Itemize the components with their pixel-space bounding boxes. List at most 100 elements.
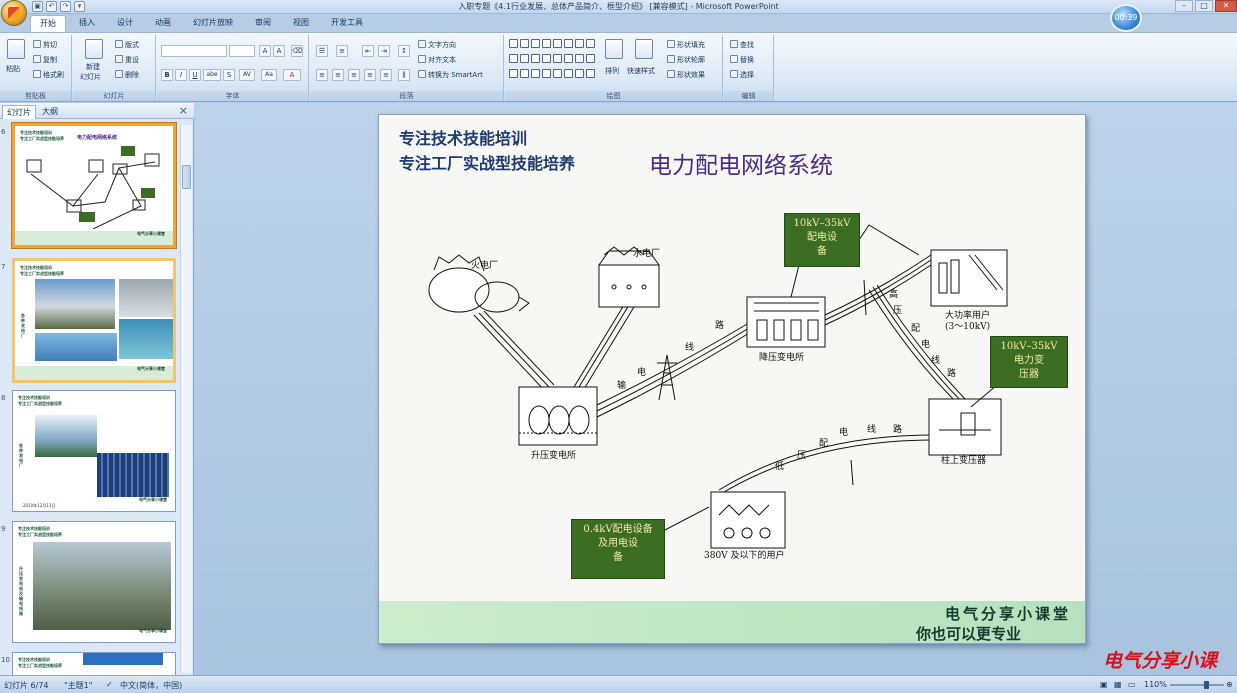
thumbnail-slide-8[interactable]: 专注技术技能培训 专注工厂实战型技能培养 各种发电厂 2010年12月13日 电… [12, 390, 176, 512]
label-pole-transformer: 柱上变压器 [941, 456, 987, 466]
scrollbar-thumb[interactable] [182, 165, 191, 189]
font-name-field[interactable] [161, 45, 227, 57]
align-text-button[interactable]: 对齐文本 [418, 55, 456, 65]
align-right-icon[interactable]: ≡ [348, 69, 360, 81]
line-spacing-icon[interactable]: ↕ [398, 45, 410, 57]
align-center-icon[interactable]: ≡ [332, 69, 344, 81]
justify-icon[interactable]: ≡ [364, 69, 376, 81]
tab-animations[interactable]: 动画 [146, 15, 180, 32]
power-distribution-diagram [428, 224, 1008, 549]
strikethrough-button[interactable]: abe [203, 69, 221, 81]
thumbnail-slide-9[interactable]: 专注技术技能培训 专注工厂实战型技能培养 升压变电站及输电线路 电气分享小课堂 [12, 521, 176, 643]
thumb-diagram [26, 146, 160, 229]
zoom-level[interactable]: 110% [1144, 680, 1167, 689]
tab-home[interactable]: 开始 [30, 15, 66, 32]
select-button[interactable]: 选择 [730, 70, 754, 80]
thumb-side-label: 升压变电站及输电线路 [19, 566, 23, 616]
spellcheck-icon[interactable]: ✓ [106, 680, 113, 689]
layout-button[interactable]: 版式 [115, 40, 139, 50]
maximize-icon[interactable]: □ [1195, 0, 1213, 12]
shrink-font-icon[interactable]: A [273, 45, 285, 57]
tab-review[interactable]: 审阅 [246, 15, 280, 32]
format-painter-button[interactable]: 格式刷 [33, 70, 64, 80]
tab-design[interactable]: 设计 [108, 15, 142, 32]
columns-icon[interactable]: ⫼ [398, 69, 410, 81]
shadow-button[interactable]: S [223, 69, 235, 81]
thumb-heading: 电力配电网络系统 [77, 135, 118, 141]
title-bar: ▣ ↶ ↷ ▾ 入职专题《4.1行业发展、总体产品简介、框型介绍》 [兼容模式]… [0, 0, 1237, 14]
view-normal-icon[interactable]: ▣ [1100, 680, 1108, 689]
align-left-icon[interactable]: ≡ [316, 69, 328, 81]
quick-styles-icon[interactable] [635, 39, 653, 59]
find-icon [730, 40, 738, 48]
change-case-button[interactable]: Aa [261, 69, 277, 81]
find-button[interactable]: 查找 [730, 40, 754, 50]
view-sorter-icon[interactable]: ▦ [1114, 680, 1122, 689]
char-spacing-button[interactable]: AV [239, 69, 255, 81]
quick-styles-button[interactable]: 快速样式 [627, 67, 655, 76]
slide[interactable]: 专注技术技能培训 专注工厂实战型技能培养 电力配电网络系统 火电厂 水电厂 升压… [378, 114, 1086, 644]
clear-format-icon[interactable]: ⌫ [291, 45, 303, 57]
smartart-button[interactable]: 转换为 SmartArt [418, 70, 483, 80]
delete-button[interactable]: 删除 [115, 70, 139, 80]
copy-button[interactable]: 复制 [33, 55, 57, 65]
shape-gallery[interactable] [509, 39, 595, 81]
fit-window-icon[interactable]: ⊕ [1226, 680, 1233, 689]
trans-line-char: 输 [617, 381, 627, 391]
tab-slideshow[interactable]: 幻灯片放映 [184, 15, 242, 32]
numbering-icon[interactable]: ≡ [336, 45, 348, 57]
label-hydro: 水电厂 [633, 249, 661, 259]
new-slide-button[interactable]: 幻灯片 [80, 73, 101, 82]
italic-button[interactable]: I [175, 69, 187, 81]
grow-font-icon[interactable]: A [259, 45, 271, 57]
effects-icon [667, 70, 675, 78]
thumb-footer: 电气分享小课堂 [15, 231, 173, 245]
tab-outline[interactable]: 大纲 [38, 105, 62, 118]
cut-button[interactable]: 剪切 [33, 40, 57, 50]
bullets-icon[interactable]: ☰ [316, 45, 328, 57]
thumbnail-slide-6[interactable]: 专注技术技能培训 专注工厂实战型技能培养 电力配电网络系统 电气分享小课堂 [12, 123, 176, 248]
underline-button[interactable]: U [189, 69, 201, 81]
shape-fill-button[interactable]: 形状填充 [667, 40, 705, 50]
minimize-icon[interactable]: – [1175, 0, 1193, 12]
reset-icon [115, 55, 123, 63]
status-slide-number: 幻灯片 6/74 [4, 681, 49, 690]
panel-close-icon[interactable]: × [179, 104, 188, 117]
tab-developer[interactable]: 开发工具 [322, 15, 372, 32]
tab-insert[interactable]: 插入 [70, 15, 104, 32]
font-size-field[interactable] [229, 45, 255, 57]
arrange-button[interactable]: 排列 [605, 67, 619, 76]
new-slide-icon[interactable] [85, 39, 103, 59]
new-slide-label[interactable]: 新建 [86, 63, 100, 72]
bold-button[interactable]: B [161, 69, 173, 81]
slides-panel: 幻灯片 大纲 × 6 专注技术技能培训 专注工厂实战型技能培养 电力配电网络系统… [0, 103, 194, 682]
thumb-number: 6 [1, 128, 6, 136]
thumb-number: 9 [1, 525, 6, 533]
reset-button[interactable]: 重设 [115, 55, 139, 65]
text-direction-button[interactable]: 文字方向 [418, 40, 456, 50]
font-color-button[interactable]: A [283, 69, 301, 81]
tab-slides[interactable]: 幻灯片 [2, 105, 36, 119]
paste-button[interactable]: 粘贴 [6, 65, 20, 74]
panel-scrollbar[interactable] [180, 125, 192, 673]
smartart-icon [418, 70, 426, 78]
increase-indent-icon[interactable]: ⇥ [378, 45, 390, 57]
powerpoint-window: ▣ ↶ ↷ ▾ 入职专题《4.1行业发展、总体产品简介、框型介绍》 [兼容模式]… [0, 0, 1237, 693]
office-button[interactable] [1, 0, 27, 26]
group-drawing: 排列 快速样式 形状填充 形状轮廓 形状效果 绘图 [505, 35, 723, 101]
thumbnail-slide-7[interactable]: 专注技术技能培训 专注工厂实战型技能培养 各种发电厂 电气分享小课堂 [12, 258, 176, 383]
view-slideshow-icon[interactable]: ▭ [1128, 680, 1136, 689]
decrease-indent-icon[interactable]: ⇤ [362, 45, 374, 57]
paste-icon[interactable] [7, 39, 25, 59]
zoom-slider-thumb[interactable] [1204, 681, 1209, 689]
zoom-slider[interactable] [1170, 681, 1224, 689]
shape-outline-button[interactable]: 形状轮廓 [667, 55, 705, 65]
replace-button[interactable]: 替换 [730, 55, 754, 65]
arrange-icon[interactable] [605, 39, 623, 59]
close-icon[interactable]: ✕ [1215, 0, 1237, 12]
shape-effects-button[interactable]: 形状效果 [667, 70, 705, 80]
distribute-icon[interactable]: ≡ [380, 69, 392, 81]
tab-view[interactable]: 视图 [284, 15, 318, 32]
lv-line-char: 线 [867, 425, 877, 435]
ribbon-tabs: 开始 插入 设计 动画 幻灯片放映 审阅 视图 开发工具 [30, 15, 372, 32]
